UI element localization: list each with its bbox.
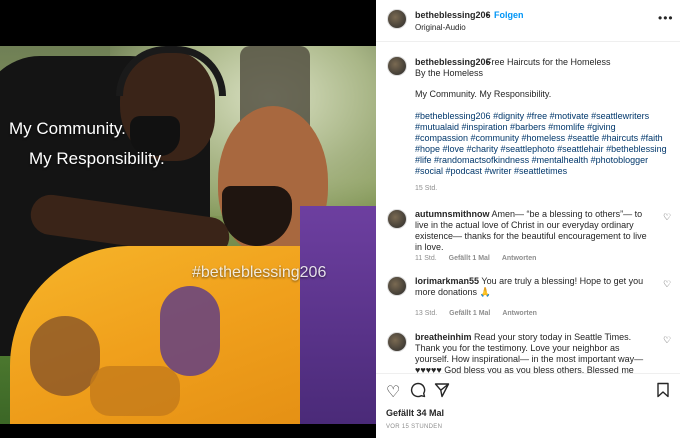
overlay-text-line1: My Community. bbox=[9, 119, 126, 138]
caption-timestamp: 15 Std. bbox=[415, 185, 438, 192]
post-actions-bar: ♡ Gefällt 34 Mal VOR 15 STUNDEN bbox=[376, 373, 680, 438]
post-media[interactable]: My Community. My Responsibility. #betheb… bbox=[0, 0, 376, 438]
comment-text: breatheinhim Read your story today in Se… bbox=[415, 332, 655, 373]
comment-time: 13 Std. bbox=[415, 310, 438, 317]
overlay-text-line2: My Responsibility. bbox=[29, 149, 165, 168]
caption-author-avatar[interactable] bbox=[387, 56, 407, 76]
photo-cape-print bbox=[90, 366, 180, 416]
commenter-avatar[interactable] bbox=[387, 276, 407, 296]
post-photo[interactable]: My Community. My Responsibility. #betheb… bbox=[0, 46, 376, 424]
reply-button[interactable]: Antworten bbox=[502, 310, 537, 317]
commenter-avatar[interactable] bbox=[387, 209, 407, 229]
audio-label[interactable]: Original-Audio bbox=[415, 23, 466, 32]
like-comment-heart-icon[interactable]: ♡ bbox=[663, 279, 671, 290]
post-header: betheblessing206 • Folgen Original-Audio… bbox=[376, 0, 680, 42]
comment-likes[interactable]: Gefällt 1 Mal bbox=[449, 255, 490, 262]
commenter-avatar[interactable] bbox=[387, 332, 407, 352]
share-send-icon[interactable] bbox=[434, 382, 450, 403]
caption-title: Free Haircuts for the Homeless bbox=[486, 57, 611, 67]
follow-button[interactable]: Folgen bbox=[494, 10, 524, 20]
commenter-username[interactable]: breatheinhim bbox=[415, 332, 472, 342]
comment-time: 11 Std. bbox=[415, 255, 437, 262]
likes-count[interactable]: Gefällt 34 Mal bbox=[386, 408, 444, 418]
caption-hashtags[interactable]: #betheblessing206 #dignity #free #motiva… bbox=[415, 111, 671, 177]
overlay-hashtag: #betheblessing206 bbox=[192, 264, 327, 281]
photo-cape-print bbox=[160, 286, 220, 376]
save-bookmark-icon[interactable] bbox=[656, 382, 670, 403]
like-heart-icon[interactable]: ♡ bbox=[386, 382, 400, 402]
separator-dot: • bbox=[486, 10, 490, 20]
photo-cape-purple-stripe bbox=[300, 206, 376, 424]
caption-line: By the Homeless bbox=[415, 68, 484, 78]
post-side-panel: betheblessing206 • Folgen Original-Audio… bbox=[376, 0, 680, 438]
more-options-icon[interactable]: ••• bbox=[658, 11, 674, 25]
author-avatar[interactable] bbox=[387, 9, 407, 29]
comment-text: lorimarkman55 You are truly a blessing! … bbox=[415, 276, 655, 298]
comment-likes[interactable]: Gefällt 1 Mal bbox=[449, 310, 490, 317]
caption-line: My Community. My Responsibility. bbox=[415, 89, 552, 99]
post-modal: My Community. My Responsibility. #betheb… bbox=[0, 0, 680, 438]
comment-bubble-icon[interactable] bbox=[410, 382, 426, 403]
comments-scroll-area[interactable]: betheblessing206 Free Haircuts for the H… bbox=[376, 43, 680, 373]
reply-button[interactable]: Antworten bbox=[502, 255, 537, 262]
post-age: VOR 15 STUNDEN bbox=[386, 424, 443, 430]
comment-meta: 11 Std. Gefällt 1 Mal Antworten bbox=[415, 255, 546, 262]
author-username[interactable]: betheblessing206 bbox=[415, 10, 491, 20]
like-comment-heart-icon[interactable]: ♡ bbox=[663, 212, 671, 223]
commenter-username[interactable]: autumnsmithnow bbox=[415, 209, 490, 219]
commenter-username[interactable]: lorimarkman55 bbox=[415, 276, 479, 286]
caption-username[interactable]: betheblessing206 bbox=[415, 57, 491, 67]
comment-meta: 13 Std. Gefällt 1 Mal Antworten bbox=[415, 310, 547, 317]
like-comment-heart-icon[interactable]: ♡ bbox=[663, 335, 671, 346]
comment-text: autumnsmithnow Amen— “be a blessing to o… bbox=[415, 209, 655, 253]
